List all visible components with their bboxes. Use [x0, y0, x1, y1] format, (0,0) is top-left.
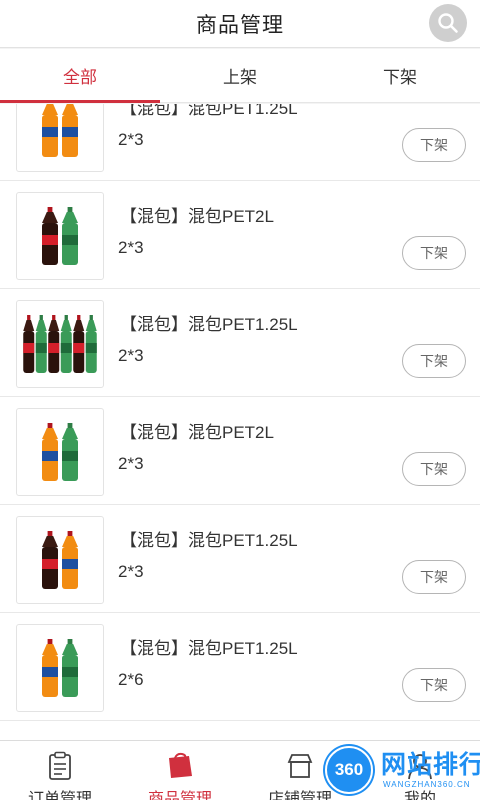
product-title: 【混包】混包PET2L [120, 207, 274, 226]
product-image [16, 300, 104, 388]
product-title: 【混包】混包PET1.25L [120, 639, 298, 658]
product-spec: 2*3 [118, 346, 144, 365]
bottle-sprite [62, 639, 78, 697]
product-row[interactable]: 【混包】混包PET1.25L 2*3 下架 [0, 290, 480, 397]
watermark-badge: 360 [325, 746, 373, 794]
tab-all[interactable]: 全部 [0, 49, 160, 103]
status-tabs: 全部 上架 下架 [0, 49, 480, 103]
bottle-orange [42, 423, 58, 481]
product-spec: 2*3 [118, 130, 144, 149]
product-row[interactable]: 【混包】混包PET1.25L 2*6 下架 [0, 614, 480, 721]
product-title: 【混包】混包PET1.25L [120, 531, 298, 550]
product-title: 【混包】混包PET1.25L [120, 315, 298, 334]
bottle-sprite [62, 207, 78, 265]
search-button[interactable] [429, 4, 467, 42]
app-screen: 商品管理 全部 上架 下架 【混包】混包PET1.25L 2*3 下架 【混包】… [0, 0, 480, 800]
product-row[interactable]: 【混包】混包PET2L 2*3 下架 [0, 398, 480, 505]
bottle-cola [42, 531, 58, 589]
bottle-sprite [62, 423, 78, 481]
product-image [16, 408, 104, 496]
search-icon [438, 13, 458, 33]
tab-on-shelf[interactable]: 上架 [160, 49, 320, 102]
product-image [16, 516, 104, 604]
product-spec: 2*6 [118, 670, 144, 689]
off-shelf-button[interactable]: 下架 [402, 236, 466, 270]
off-shelf-button[interactable]: 下架 [402, 344, 466, 378]
bottle-sprite [60, 315, 72, 373]
bottle-sprite [85, 315, 97, 373]
site-watermark: 360 网站排行榜 WANGZHAN360.CN [265, 740, 480, 800]
bottle-sprite [35, 315, 47, 373]
top-bar: 商品管理 [0, 0, 480, 48]
product-image [16, 192, 104, 280]
nav-label: 订单管理 [27, 791, 92, 800]
product-image [16, 104, 104, 172]
nav-products[interactable]: 商品管理 [120, 741, 240, 800]
page-title: 商品管理 [196, 13, 284, 37]
product-spec: 2*3 [118, 238, 144, 257]
bottle-cola [73, 315, 85, 373]
product-list[interactable]: 【混包】混包PET1.25L 2*3 下架 【混包】混包PET2L 2*3 下架… [0, 104, 480, 740]
bottle-orange [62, 104, 78, 157]
nav-orders[interactable]: 订单管理 [0, 741, 120, 800]
clipboard-icon [45, 751, 75, 781]
off-shelf-button[interactable]: 下架 [402, 560, 466, 594]
product-row[interactable]: 【混包】混包PET1.25L 2*3 下架 [0, 506, 480, 613]
off-shelf-button[interactable]: 下架 [402, 668, 466, 702]
off-shelf-button[interactable]: 下架 [402, 452, 466, 486]
tab-off-shelf[interactable]: 下架 [320, 49, 480, 102]
bag-icon [165, 751, 195, 781]
product-title: 【混包】混包PET2L [120, 423, 274, 442]
bottle-orange [62, 531, 78, 589]
product-spec: 2*3 [118, 562, 144, 581]
product-row[interactable]: 【混包】混包PET1.25L 2*3 下架 [0, 104, 480, 181]
watermark-text: 网站排行榜 [381, 751, 480, 779]
product-row[interactable]: 【混包】混包PET2L 2*3 下架 [0, 182, 480, 289]
watermark-subtext: WANGZHAN360.CN [383, 780, 471, 789]
bottle-cola [23, 315, 35, 373]
nav-label: 商品管理 [147, 791, 212, 800]
product-spec: 2*3 [118, 454, 144, 473]
bottle-cola [48, 315, 60, 373]
bottle-orange [42, 639, 58, 697]
bottle-cola [42, 207, 58, 265]
off-shelf-button[interactable]: 下架 [402, 128, 466, 162]
bottle-orange [42, 104, 58, 157]
product-image [16, 624, 104, 712]
product-title: 【混包】混包PET1.25L [120, 104, 298, 118]
